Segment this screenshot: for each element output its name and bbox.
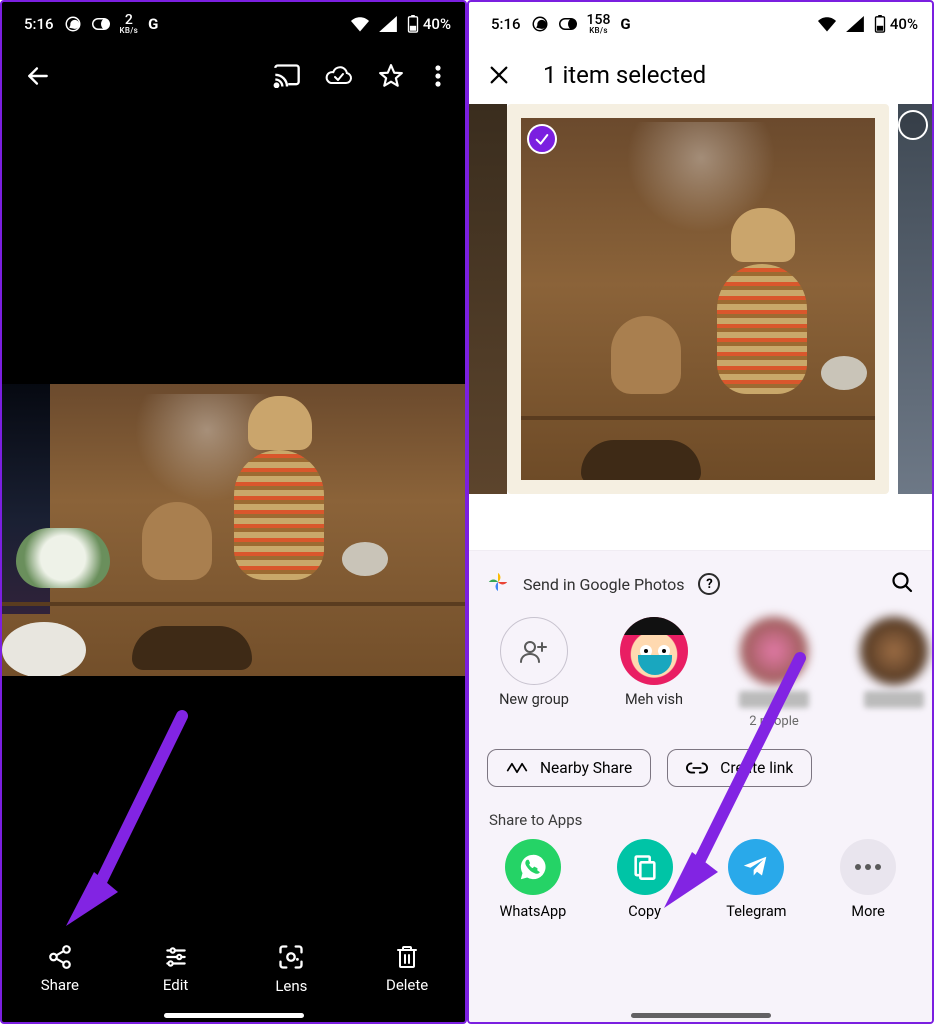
whatsapp-icon	[505, 839, 561, 895]
gesture-handle[interactable]	[164, 1013, 304, 1018]
thumb-prev[interactable]	[469, 104, 507, 494]
whatsapp-status-icon	[64, 15, 82, 33]
help-icon[interactable]: ?	[698, 573, 720, 595]
signal-icon	[379, 15, 397, 33]
g-indicator: G	[620, 15, 630, 33]
status-time: 5:16	[491, 15, 521, 33]
contact-new-group[interactable]: New group	[491, 617, 577, 729]
close-button[interactable]	[473, 49, 525, 101]
back-button[interactable]	[12, 50, 64, 102]
google-photos-icon	[487, 571, 509, 597]
contact-blurred[interactable]	[851, 617, 932, 729]
app-label: WhatsApp	[500, 903, 567, 920]
signal-icon	[846, 15, 864, 33]
share-label: Share	[41, 976, 79, 994]
wifi-icon	[351, 15, 369, 33]
nearby-share-chip[interactable]: Nearby Share	[487, 749, 651, 787]
selected-check-icon	[527, 124, 557, 154]
viewer-topbar	[2, 46, 465, 106]
new-group-icon	[500, 617, 568, 685]
network-rate: 158 KB/s	[587, 13, 611, 35]
unchecked-circle-icon[interactable]	[898, 110, 928, 140]
battery-indicator: 40%	[407, 15, 451, 33]
photo-viewer[interactable]	[2, 384, 465, 676]
app-more[interactable]: More	[818, 839, 918, 920]
overflow-menu-button[interactable]	[417, 50, 459, 102]
send-in-photos-label: Send in Google Photos	[523, 575, 684, 594]
app-whatsapp[interactable]: WhatsApp	[483, 839, 583, 920]
annotation-arrow-copy	[642, 642, 822, 922]
edit-label: Edit	[163, 976, 188, 994]
cloud-done-button[interactable]	[313, 50, 365, 102]
photo-strip[interactable]	[469, 104, 932, 494]
favorite-button[interactable]	[365, 50, 417, 102]
pill-status-icon	[559, 15, 577, 33]
avatar	[860, 617, 928, 685]
wifi-icon	[818, 15, 836, 33]
chip-label: Nearby Share	[540, 759, 632, 777]
thumb-next[interactable]	[898, 104, 932, 494]
battery-indicator: 40%	[874, 15, 918, 33]
send-in-photos-row: Send in Google Photos ?	[469, 565, 932, 603]
g-indicator: G	[148, 15, 158, 33]
status-time: 5:16	[24, 15, 54, 33]
edit-action[interactable]: Edit	[118, 944, 234, 994]
contact-label: New group	[499, 691, 569, 708]
lens-action[interactable]: Lens	[234, 943, 350, 995]
annotation-arrow-share	[52, 702, 212, 942]
gesture-handle[interactable]	[631, 1013, 771, 1018]
delete-action[interactable]: Delete	[349, 944, 465, 994]
selection-header: 1 item selected	[469, 46, 932, 104]
cast-button[interactable]	[261, 50, 313, 102]
search-button[interactable]	[890, 570, 914, 598]
thumb-selected[interactable]	[507, 104, 889, 494]
network-rate: 2 KB/s	[120, 13, 139, 35]
more-icon	[840, 839, 896, 895]
status-bar: 5:16 2 KB/s G	[2, 2, 465, 46]
phone-right: 5:16 158 KB/s G	[467, 0, 934, 1024]
pill-status-icon	[92, 15, 110, 33]
lens-label: Lens	[275, 977, 307, 995]
selection-title: 1 item selected	[543, 61, 706, 89]
app-label: More	[851, 903, 884, 920]
phone-left: 5:16 2 KB/s G	[0, 0, 467, 1024]
delete-label: Delete	[386, 976, 428, 994]
whatsapp-status-icon	[531, 15, 549, 33]
contact-label	[864, 691, 924, 708]
status-bar: 5:16 158 KB/s G	[469, 2, 932, 46]
share-action[interactable]: Share	[2, 944, 118, 994]
